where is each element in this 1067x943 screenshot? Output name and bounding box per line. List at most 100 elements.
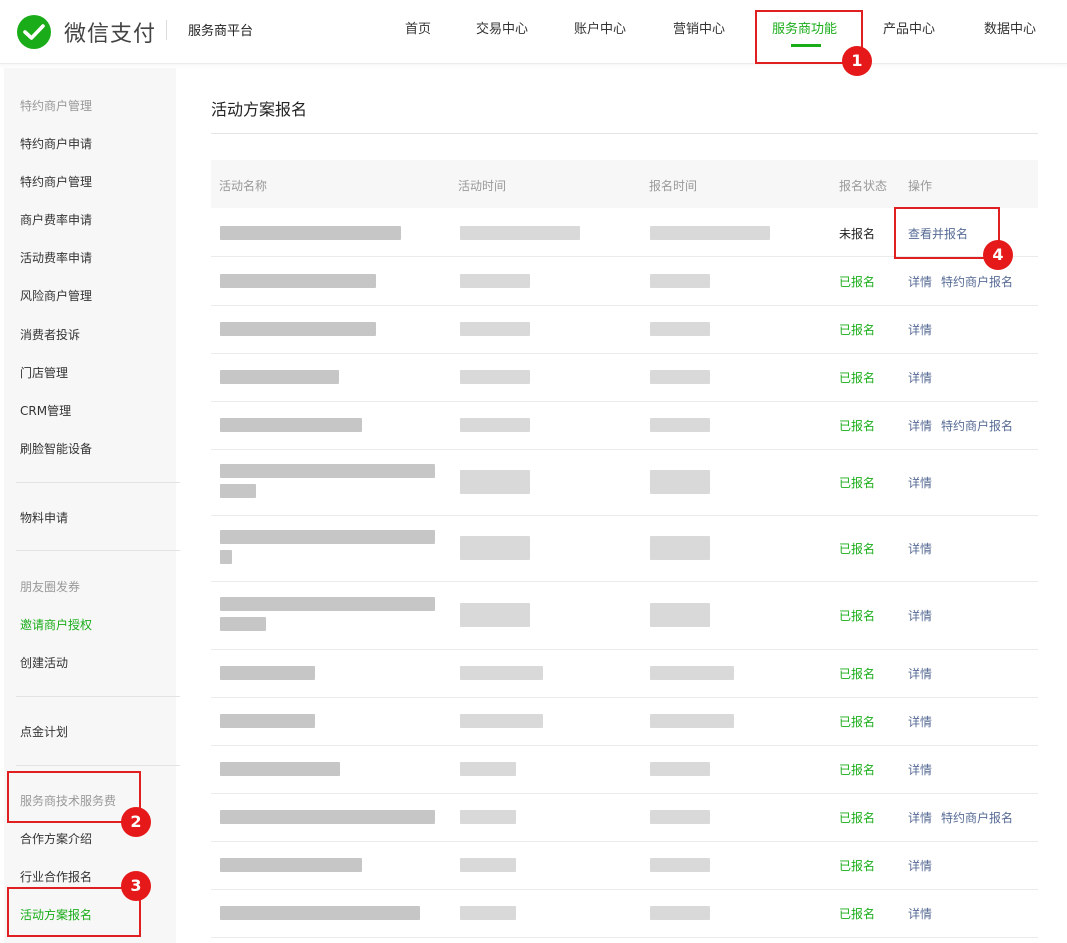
nav-account-center[interactable]: 账户中心 xyxy=(574,18,626,37)
sidebar-item-industry-signup[interactable]: 行业合作报名 xyxy=(20,868,92,885)
redacted-activity-name xyxy=(220,274,376,288)
step-marker-2: 2 xyxy=(121,807,151,837)
merchant-signup-link[interactable]: 特约商户报名 xyxy=(941,273,1013,290)
redacted-signup-time xyxy=(650,810,710,824)
merchant-signup-link[interactable]: 特约商户报名 xyxy=(941,417,1013,434)
sidebar-group-moments-coupon: 朋友圈发券 xyxy=(20,580,81,594)
sidebar-item-cooperation-intro[interactable]: 合作方案介绍 xyxy=(20,830,92,847)
row-divider xyxy=(211,515,1038,516)
sidebar-item-face-pay-device[interactable]: 刷脸智能设备 xyxy=(20,440,92,457)
redacted-activity-name xyxy=(220,418,362,432)
redacted-signup-time xyxy=(650,762,710,776)
details-link[interactable]: 详情 xyxy=(908,369,932,386)
signup-status: 未报名 xyxy=(839,227,876,241)
signup-status: 已报名 xyxy=(839,371,876,385)
wechat-pay-check-icon xyxy=(17,15,51,49)
column-header-actions: 操作 xyxy=(908,179,933,193)
sidebar-item-store-manage[interactable]: 门店管理 xyxy=(20,364,68,381)
redacted-activity-time xyxy=(460,666,543,680)
nav-home[interactable]: 首页 xyxy=(405,18,431,37)
redacted-activity-time xyxy=(460,470,530,494)
redacted-signup-time xyxy=(650,714,734,728)
sidebar-group-merchant-management: 特约商户管理 xyxy=(20,99,93,113)
row-divider xyxy=(211,745,1038,746)
page-title: 活动方案报名 xyxy=(211,100,308,119)
redacted-activity-name xyxy=(220,906,420,920)
details-link[interactable]: 详情 xyxy=(908,273,932,290)
redacted-signup-time xyxy=(650,418,710,432)
redacted-activity-name xyxy=(220,858,362,872)
details-link[interactable]: 详情 xyxy=(908,857,932,874)
top-header: 微信支付 服务商平台 首页 交易中心 账户中心 营销中心 服务商功能 产品中心 … xyxy=(0,0,1067,64)
signup-status: 已报名 xyxy=(839,323,876,337)
details-link[interactable]: 详情 xyxy=(908,713,932,730)
details-link[interactable]: 详情 xyxy=(908,417,932,434)
sidebar-item-activity-rate-apply[interactable]: 活动费率申请 xyxy=(20,249,92,266)
step-marker-1: 1 xyxy=(842,46,872,76)
row-divider xyxy=(211,649,1038,650)
nav-marketing-center[interactable]: 营销中心 xyxy=(673,18,725,37)
redacted-activity-time xyxy=(460,418,530,432)
step-marker-4: 4 xyxy=(983,240,1013,270)
redacted-signup-time xyxy=(650,906,710,920)
highlight-box-activity-signup xyxy=(7,887,141,937)
row-divider xyxy=(211,353,1038,354)
signup-status: 已报名 xyxy=(839,859,876,873)
signup-status: 已报名 xyxy=(839,667,876,681)
redacted-activity-name xyxy=(220,484,256,498)
row-divider xyxy=(211,793,1038,794)
row-divider xyxy=(211,305,1038,306)
nav-trade-center[interactable]: 交易中心 xyxy=(476,18,528,37)
merchant-signup-link[interactable]: 特约商户报名 xyxy=(941,809,1013,826)
sidebar-item-rate-apply[interactable]: 商户费率申请 xyxy=(20,211,92,228)
redacted-activity-name xyxy=(220,530,435,544)
column-header-activity-name: 活动名称 xyxy=(219,179,268,193)
nav-product-center[interactable]: 产品中心 xyxy=(883,18,935,37)
sidebar-item-merchant-manage[interactable]: 特约商户管理 xyxy=(20,173,92,190)
sidebar-item-risk-merchant[interactable]: 风险商户管理 xyxy=(20,287,92,304)
sidebar-divider xyxy=(16,765,180,766)
row-divider xyxy=(211,937,1038,938)
signup-status: 已报名 xyxy=(839,275,876,289)
redacted-activity-name xyxy=(220,226,401,240)
signup-status: 已报名 xyxy=(839,476,876,490)
redacted-activity-time xyxy=(460,906,516,920)
sidebar-item-gold-plan[interactable]: 点金计划 xyxy=(20,723,68,740)
details-link[interactable]: 详情 xyxy=(908,665,932,682)
signup-status: 已报名 xyxy=(839,419,876,433)
details-link[interactable]: 详情 xyxy=(908,607,932,624)
details-link[interactable]: 详情 xyxy=(908,321,932,338)
nav-data-center[interactable]: 数据中心 xyxy=(984,18,1036,37)
redacted-signup-time xyxy=(650,322,710,336)
signup-status: 已报名 xyxy=(839,811,876,825)
redacted-activity-name xyxy=(220,810,435,824)
wechat-pay-logo[interactable]: 微信支付 xyxy=(16,14,156,50)
signup-status: 已报名 xyxy=(839,763,876,777)
sidebar-divider xyxy=(16,482,180,483)
brand-name: 微信支付 xyxy=(64,22,157,47)
signup-status: 已报名 xyxy=(839,907,876,921)
sidebar-item-material-apply[interactable]: 物料申请 xyxy=(20,509,68,526)
redacted-activity-name xyxy=(220,762,340,776)
row-divider xyxy=(211,401,1038,402)
sidebar-item-create-activity[interactable]: 创建活动 xyxy=(20,654,68,671)
sidebar-item-invite-authorize[interactable]: 邀请商户授权 xyxy=(20,616,92,633)
column-header-activity-time: 活动时间 xyxy=(458,179,507,193)
details-link[interactable]: 详情 xyxy=(908,809,932,826)
redacted-activity-time xyxy=(460,370,530,384)
details-link[interactable]: 详情 xyxy=(908,905,932,922)
sidebar-item-merchant-apply[interactable]: 特约商户申请 xyxy=(20,135,92,152)
redacted-activity-time xyxy=(460,274,530,288)
details-link[interactable]: 详情 xyxy=(908,761,932,778)
column-header-signup-status: 报名状态 xyxy=(839,179,888,193)
signup-status: 已报名 xyxy=(839,715,876,729)
sidebar-item-crm[interactable]: CRM管理 xyxy=(20,402,71,419)
redacted-activity-name xyxy=(220,666,315,680)
details-link[interactable]: 详情 xyxy=(908,540,932,557)
header-divider xyxy=(166,20,167,40)
details-link[interactable]: 详情 xyxy=(908,474,932,491)
sidebar-divider xyxy=(16,550,180,551)
signup-status: 已报名 xyxy=(839,542,876,556)
row-divider xyxy=(211,449,1038,450)
sidebar-item-complaints[interactable]: 消费者投诉 xyxy=(20,326,80,343)
